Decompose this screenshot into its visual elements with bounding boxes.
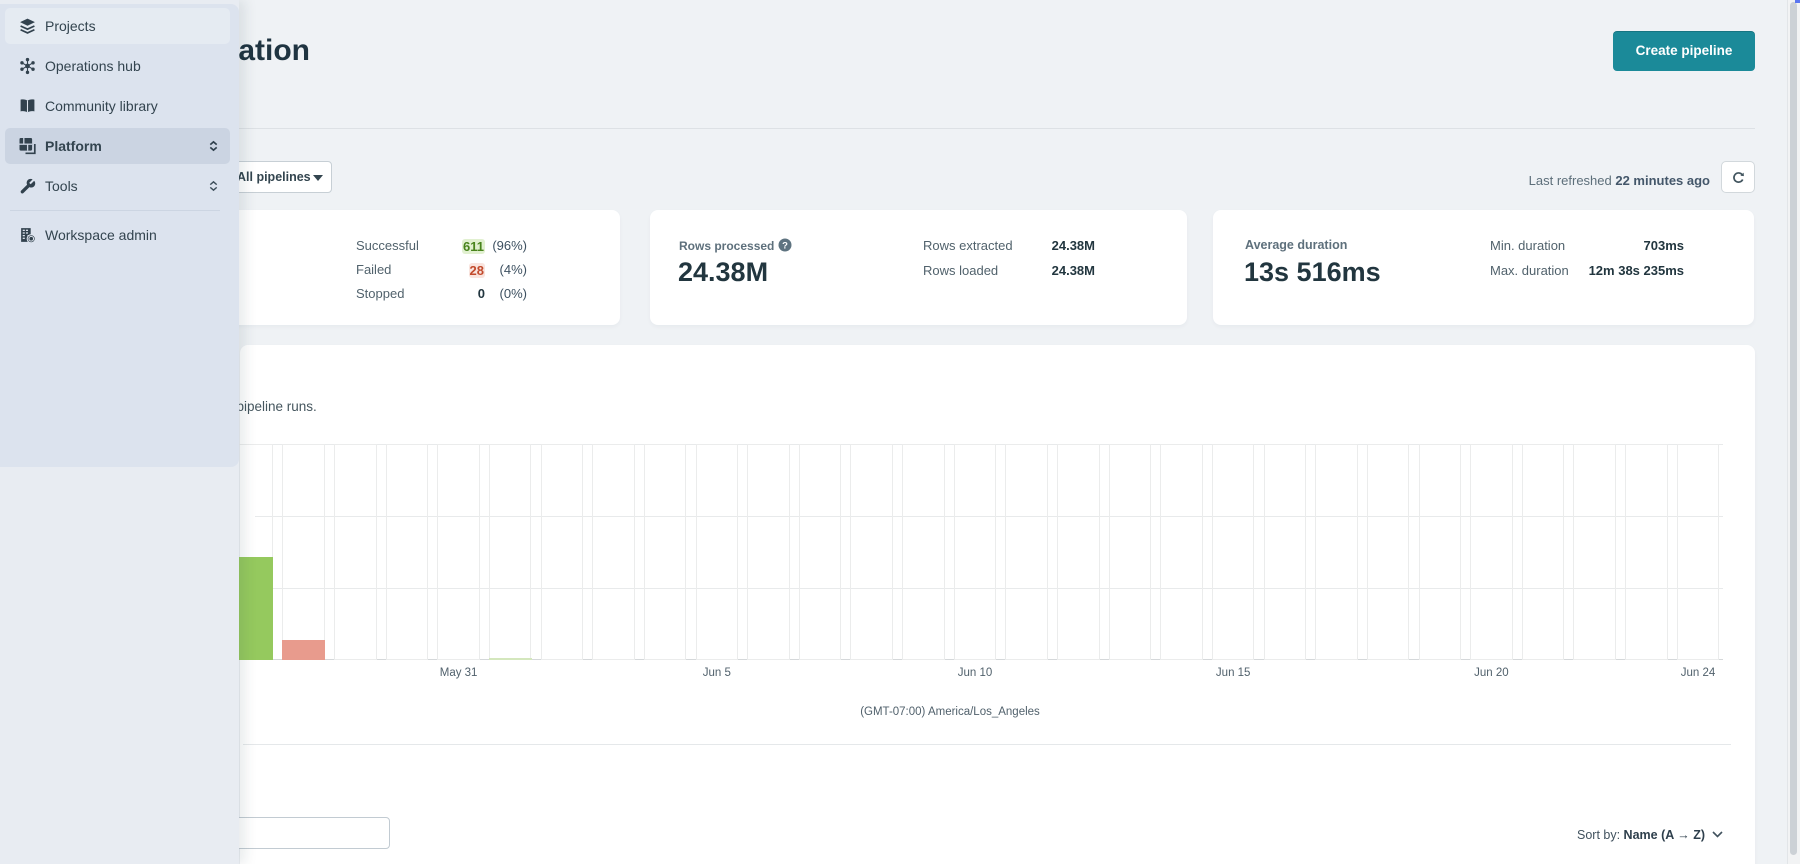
svg-text:?: ? bbox=[782, 240, 788, 251]
